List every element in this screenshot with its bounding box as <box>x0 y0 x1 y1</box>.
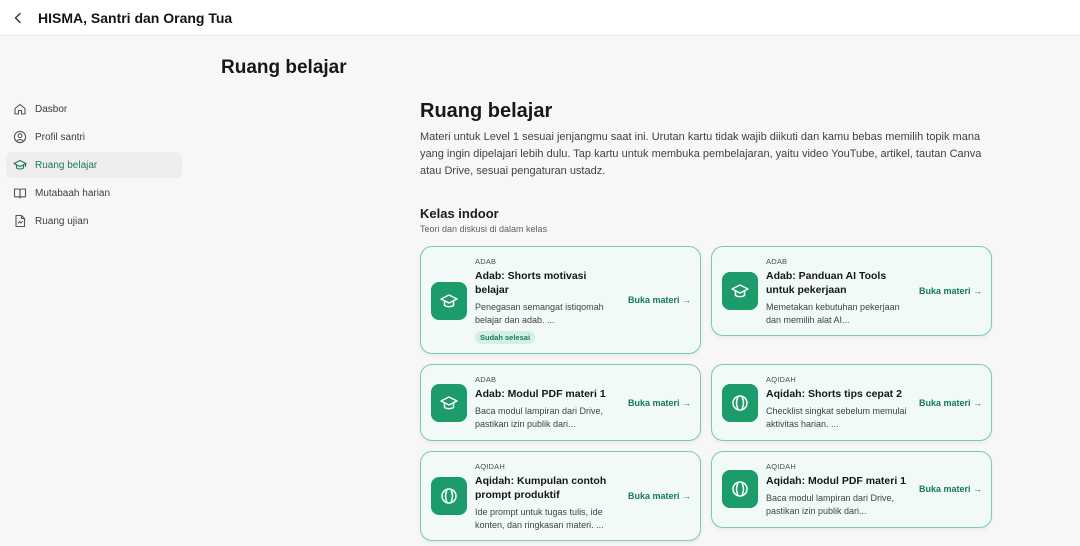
graduation-cap-icon <box>431 384 467 422</box>
card-description: Memetakan kebutuhan pekerjaan dan memili… <box>766 302 900 325</box>
open-material-link[interactable]: Buka materi → <box>628 491 691 501</box>
sidebar-item-label: Mutabaah harian <box>35 187 111 199</box>
material-card[interactable]: AQIDAH Aqidah: Kumpulan contoh prompt pr… <box>420 451 701 541</box>
material-card[interactable]: ADAB Adab: Panduan AI Tools untuk pekerj… <box>711 246 992 336</box>
app-title: HISMA, Santri dan Orang Tua <box>38 9 233 26</box>
page-title: Ruang belajar <box>221 57 347 78</box>
card-description: Penegasan semangat istiqomah belajar dan… <box>475 302 604 325</box>
card-description: Checklist singkat sebelum memulai aktivi… <box>766 406 907 429</box>
document-icon <box>13 214 27 228</box>
sidebar-item-ruang-belajar[interactable]: Ruang belajar <box>6 152 182 178</box>
card-category: AQIDAH <box>766 462 796 471</box>
card-description: Baca modul lampiran dari Drive, pastikan… <box>475 406 604 429</box>
card-title: Adab: Shorts motivasi belajar <box>475 270 587 296</box>
section-subtitle: Teori dan diskusi di dalam kelas <box>420 224 548 234</box>
sidebar-item-label: Profil santri <box>35 131 86 143</box>
sidebar: Dasbor Profil santri Ruang belajar Mutab… <box>6 96 182 236</box>
open-material-link[interactable]: Buka materi → <box>919 484 982 494</box>
home-icon <box>13 102 27 116</box>
main-content: Ruang belajar Materi untuk Level 1 sesua… <box>420 98 992 541</box>
sidebar-item-profil-santri[interactable]: Profil santri <box>6 124 182 150</box>
back-button[interactable] <box>0 0 36 36</box>
material-card[interactable]: AQIDAH Aqidah: Shorts tips cepat 2 Check… <box>711 364 992 441</box>
sidebar-item-label: Ruang ujian <box>35 215 89 227</box>
card-description: Baca modul lampiran dari Drive, pastikan… <box>766 493 895 516</box>
card-description: Ide prompt untuk tugas tulis, ide konten… <box>475 507 604 530</box>
sidebar-item-ruang-ujian[interactable]: Ruang ujian <box>6 208 182 234</box>
aqidah-emblem-icon <box>431 477 467 515</box>
card-category: AQIDAH <box>766 375 796 384</box>
content-title: Ruang belajar <box>420 100 553 122</box>
graduation-cap-icon <box>431 282 467 320</box>
material-card[interactable]: ADAB Adab: Modul PDF materi 1 Baca modul… <box>420 364 701 441</box>
graduation-cap-icon <box>722 272 758 310</box>
sidebar-item-dasbor[interactable]: Dasbor <box>6 96 182 122</box>
user-circle-icon <box>13 130 27 144</box>
card-category: ADAB <box>766 257 788 266</box>
card-title: Aqidah: Modul PDF materi 1 <box>766 475 907 487</box>
card-category: AQIDAH <box>475 462 505 471</box>
chevron-left-icon <box>14 12 21 23</box>
book-open-icon <box>13 186 27 200</box>
card-category: ADAB <box>475 257 497 266</box>
card-category: ADAB <box>475 375 497 384</box>
section-title: Kelas indoor <box>420 206 499 221</box>
card-title: Adab: Panduan AI Tools untuk pekerjaan <box>766 270 887 296</box>
top-bar: HISMA, Santri dan Orang Tua <box>0 0 1080 36</box>
open-material-link[interactable]: Buka materi → <box>919 398 982 408</box>
sidebar-item-label: Dasbor <box>35 103 68 115</box>
material-card[interactable]: ADAB Adab: Shorts motivasi belajar Peneg… <box>420 246 701 354</box>
card-title: Aqidah: Shorts tips cepat 2 <box>766 388 902 400</box>
sidebar-item-label: Ruang belajar <box>35 159 98 171</box>
card-title: Aqidah: Kumpulan contoh prompt produktif <box>475 475 607 501</box>
sidebar-item-mutabaah-harian[interactable]: Mutabaah harian <box>6 180 182 206</box>
open-material-link[interactable]: Buka materi → <box>919 286 982 296</box>
card-title: Adab: Modul PDF materi 1 <box>475 388 606 400</box>
open-material-link[interactable]: Buka materi → <box>628 398 691 408</box>
aqidah-emblem-icon <box>722 470 758 508</box>
material-card[interactable]: AQIDAH Aqidah: Modul PDF materi 1 Baca m… <box>711 451 992 528</box>
content-description: Materi untuk Level 1 sesuai jenjangmu sa… <box>420 131 982 177</box>
graduation-cap-icon <box>13 158 27 172</box>
aqidah-emblem-icon <box>722 384 758 422</box>
status-badge: Sudah selesai <box>475 331 536 344</box>
open-material-link[interactable]: Buka materi → <box>628 295 691 305</box>
